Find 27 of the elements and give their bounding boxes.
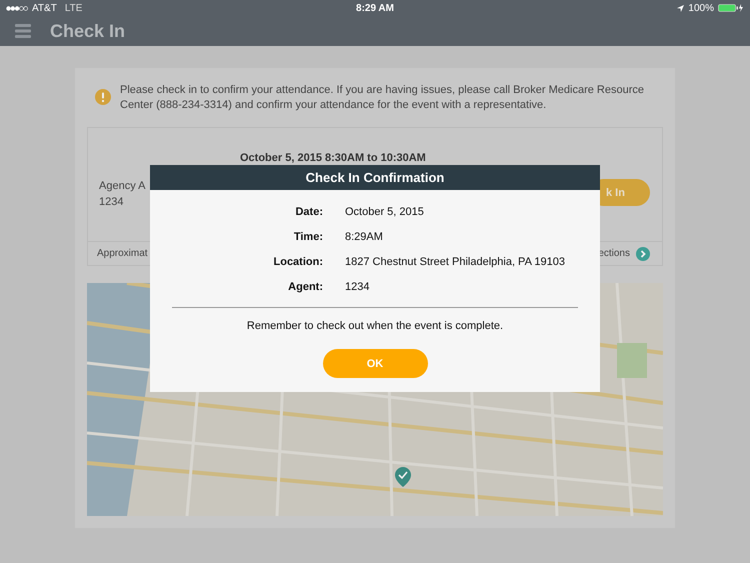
field-label: Agent: — [287, 281, 323, 294]
dialog-title: Check In Confirmation — [306, 170, 444, 185]
field-value: 1234 — [345, 281, 370, 294]
battery-percent: 100% — [688, 2, 714, 14]
field-value: 1827 Chestnut Street Philadelphia, PA 19103 — [345, 256, 566, 269]
status-time: 8:29 AM — [356, 2, 394, 14]
page-title: Check In — [50, 20, 126, 42]
agency-name: Agency A — [99, 180, 146, 192]
field-label: Location: — [272, 256, 323, 269]
battery-icon — [718, 4, 744, 12]
ok-button[interactable]: OK — [322, 349, 428, 378]
carrier-name: AT&T — [32, 2, 57, 14]
reminder-text: Remember to check out when the event is complete. — [246, 320, 504, 332]
location-arrow-icon — [677, 4, 684, 12]
field-label: Time: — [292, 231, 323, 244]
field-label: Date: — [294, 206, 323, 219]
agent-number: 1234 — [99, 196, 124, 208]
network-type: LTE — [64, 2, 82, 14]
field-value: 8:29AM — [345, 231, 384, 244]
menu-icon[interactable] — [15, 24, 31, 38]
signal-icon — [6, 6, 28, 10]
notice-text: Please check in to confirm your attendance. If you are having issues, please call Broker Medicare Resource Center (888-234-3314) and confirm your attendance for the event with a representative. — [120, 83, 645, 113]
warning-icon — [95, 89, 111, 105]
chevron-right-icon[interactable] — [636, 246, 650, 260]
field-value: October 5, 2015 — [345, 206, 425, 219]
event-datetime: October 5, 2015 8:30AM to 10:30AM — [240, 152, 426, 164]
approximate-text: Approximat — [97, 248, 148, 259]
